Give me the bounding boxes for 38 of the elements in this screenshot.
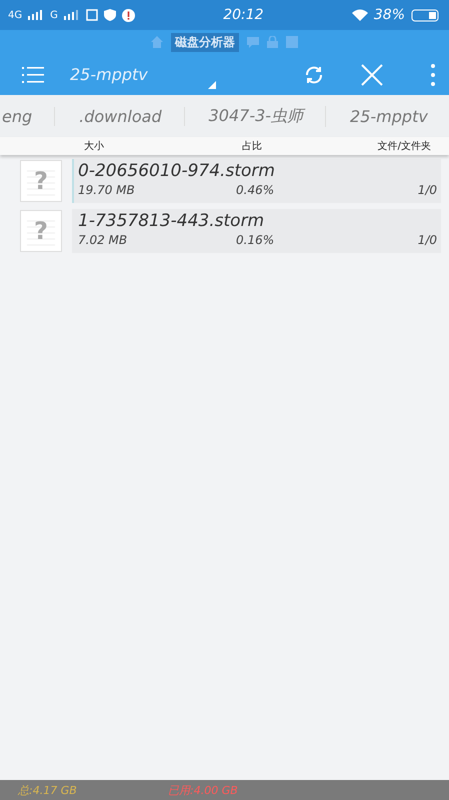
dropdown-icon[interactable] xyxy=(208,80,216,88)
signal-icon xyxy=(64,10,80,20)
used-space: 已用:4.00 GB xyxy=(168,782,239,798)
breadcrumb[interactable]: 3047-3-虫师 xyxy=(184,106,326,126)
shield-icon xyxy=(104,9,116,21)
file-name: 1-7357813-443.storm xyxy=(78,211,266,231)
column-header: 大小 xyxy=(84,140,105,153)
file-count: 1/0 xyxy=(418,233,437,247)
column-header: 文件/文件夹 xyxy=(378,140,431,153)
menu-button[interactable] xyxy=(22,66,44,84)
file-size: 7.02 MB xyxy=(78,233,128,247)
refresh-button[interactable] xyxy=(303,64,325,86)
app-title: 磁盘分析器 xyxy=(171,32,239,52)
file-row[interactable]: 1-7357813-443.storm 7.02 MB 0.16% 1/0 xyxy=(72,209,441,253)
unknown-file-icon: ? xyxy=(20,160,62,202)
breadcrumb[interactable]: 25-mpptv xyxy=(326,106,449,126)
battery-percent: 38% xyxy=(374,7,406,23)
file-share: 0.16% xyxy=(236,233,276,247)
network-label: G xyxy=(50,10,58,20)
wifi-icon xyxy=(352,9,368,21)
breadcrumb[interactable]: .download xyxy=(55,106,185,126)
file-count: 1/0 xyxy=(418,183,437,197)
file-size: 19.70 MB xyxy=(78,183,136,197)
file-row[interactable]: 0-20656010-974.storm 19.70 MB 0.46% 1/0 xyxy=(72,159,441,203)
clock: 20:12 xyxy=(223,7,264,23)
battery-icon xyxy=(411,8,442,22)
file-share: 0.46% xyxy=(236,183,276,197)
network-label: 4G xyxy=(8,10,22,20)
column-header: 占比 xyxy=(242,140,263,153)
close-button[interactable] xyxy=(361,64,383,86)
file-name: 0-20656010-974.storm xyxy=(78,161,276,181)
total-space: 总:4.17 GB xyxy=(18,782,78,798)
more-button[interactable] xyxy=(431,64,435,86)
signal-icon xyxy=(28,10,44,20)
unknown-file-icon: ? xyxy=(20,210,62,252)
alert-icon xyxy=(122,8,135,22)
current-folder[interactable]: 25-mpptv xyxy=(70,65,148,84)
breadcrumb[interactable]: eng xyxy=(0,106,56,126)
